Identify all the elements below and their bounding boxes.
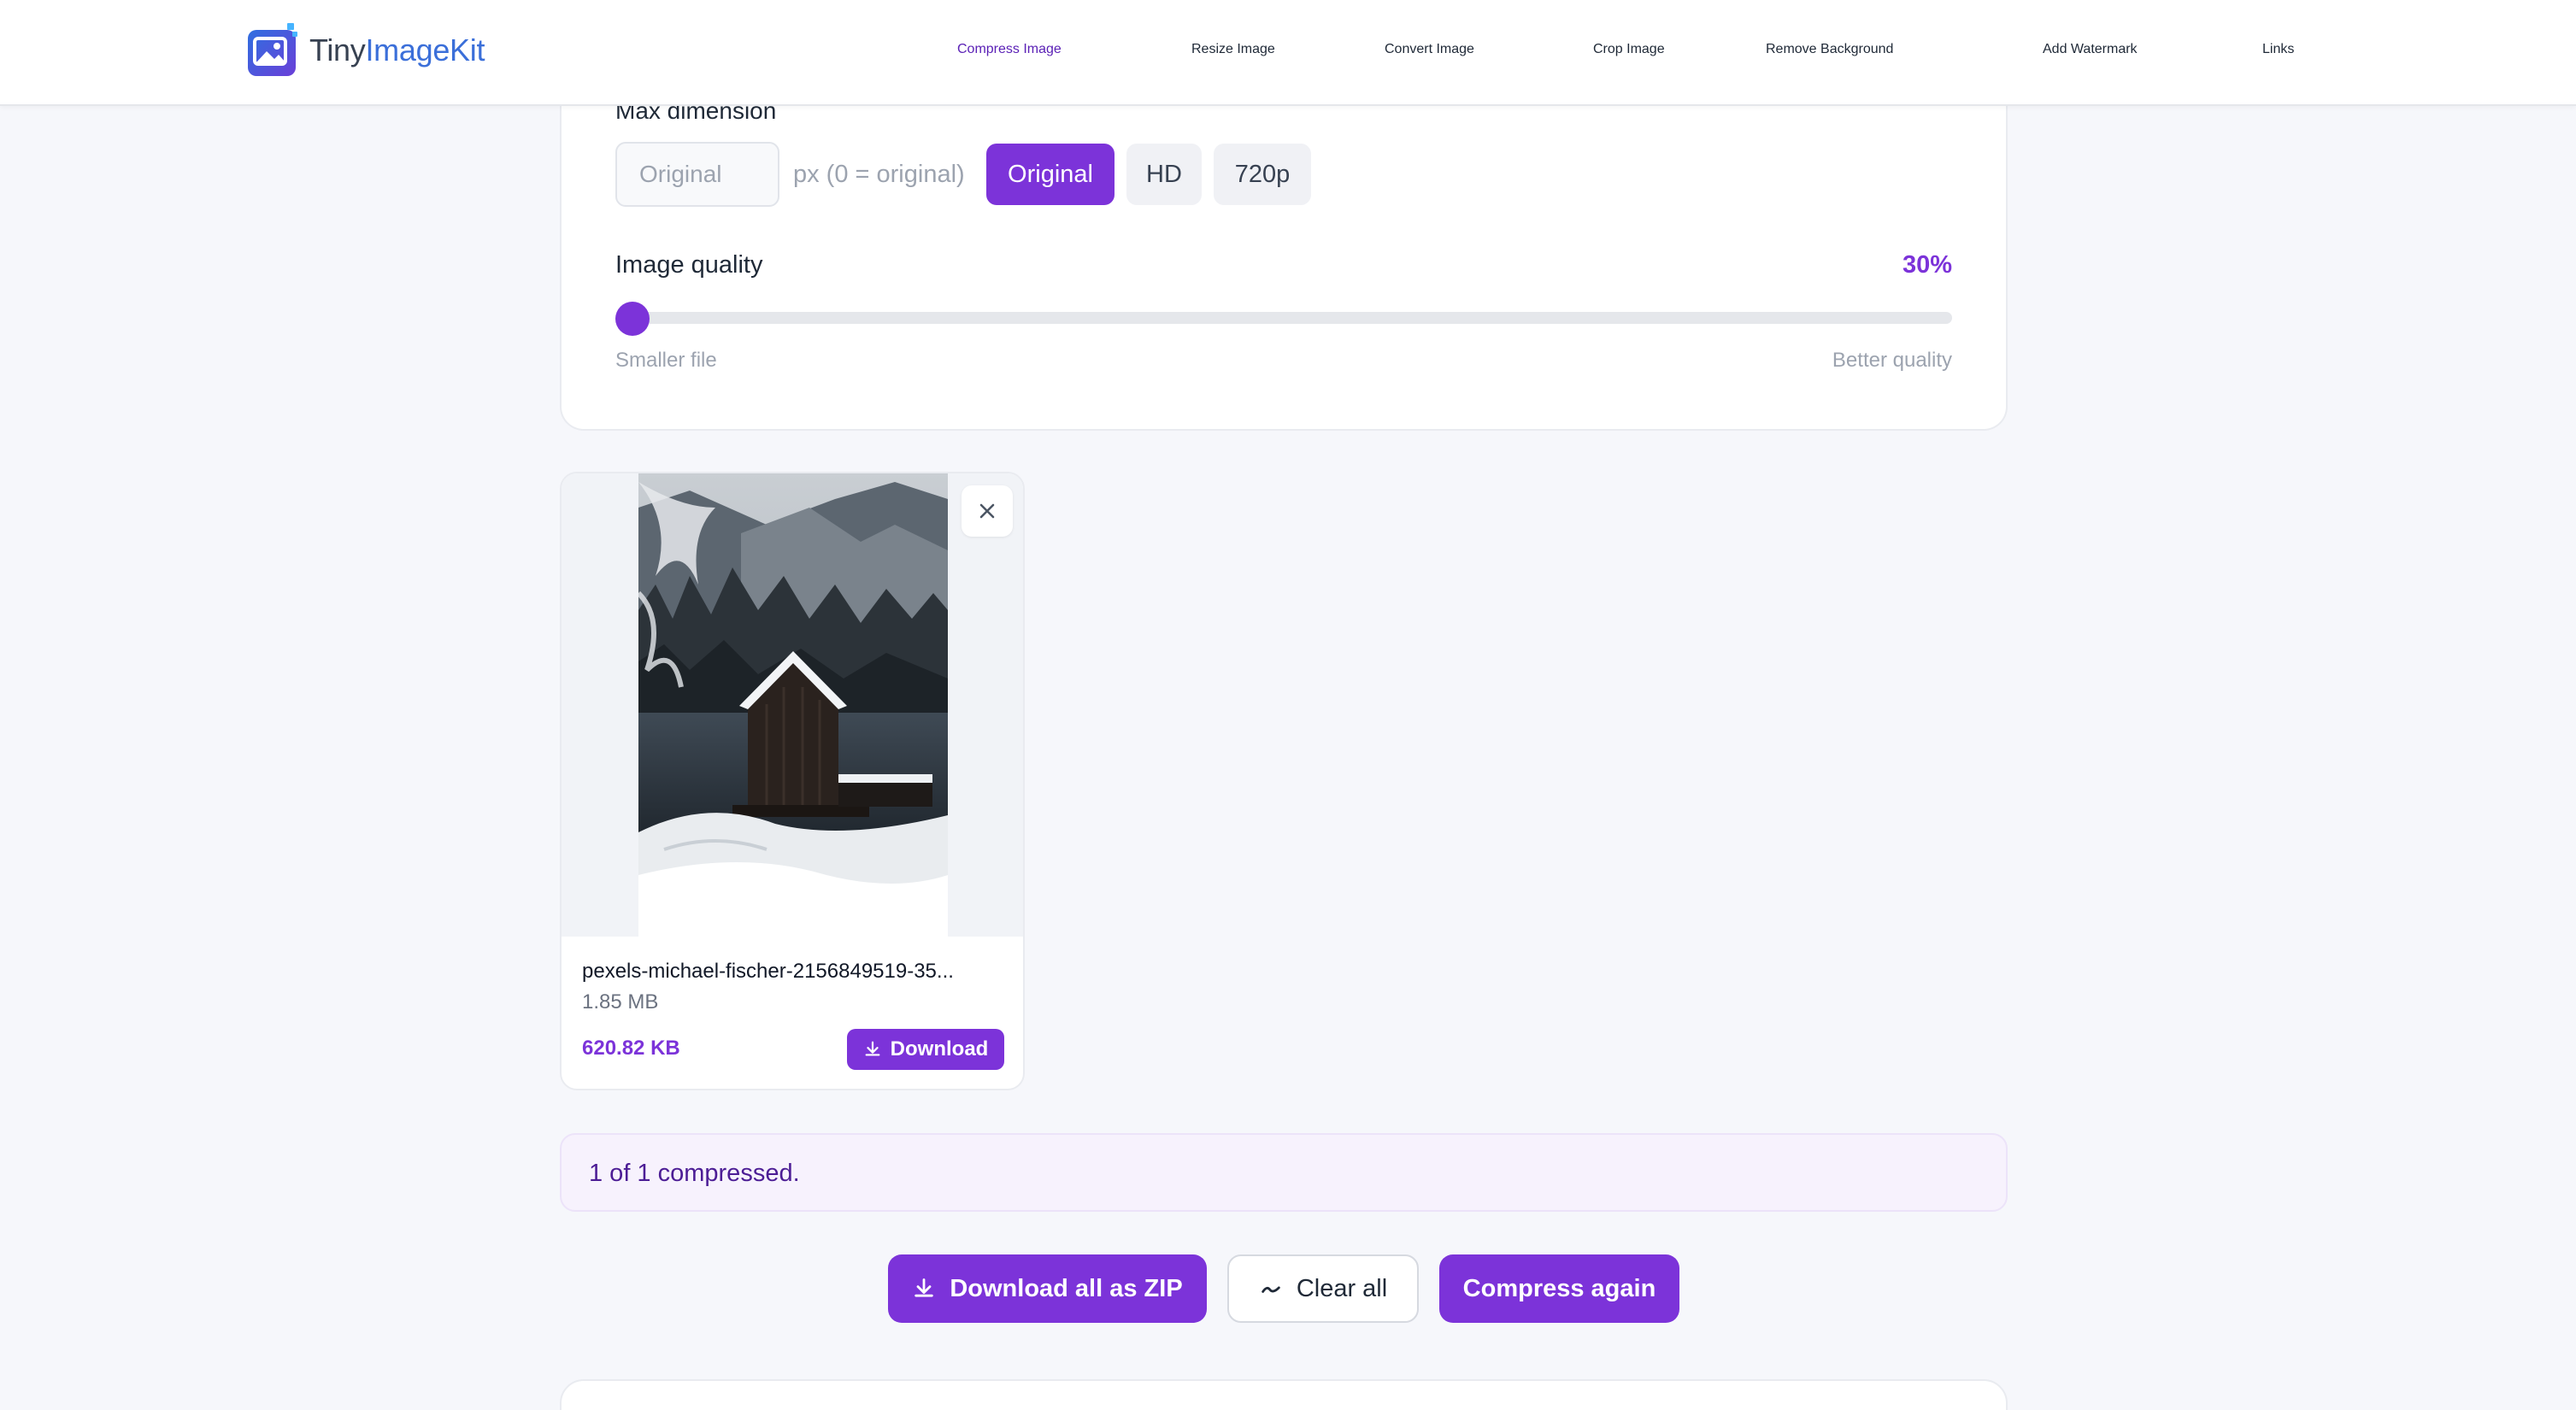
preset-720p-button[interactable]: 720p — [1214, 144, 1311, 205]
download-file-button[interactable]: Download — [847, 1029, 1004, 1070]
nav-links[interactable]: Links — [2262, 31, 2294, 68]
slider-min-label: Smaller file — [615, 349, 717, 372]
compression-status-bar: 1 of 1 compressed. — [560, 1133, 2008, 1212]
slider-max-label: Better quality — [1832, 349, 1952, 372]
file-name: pexels-michael-fischer-2156849519-35... — [582, 960, 954, 983]
thumbnail-area — [562, 473, 1023, 937]
logo-image-icon — [246, 23, 299, 78]
top-header: TinyImageKit Compress Image Resize Image… — [0, 0, 2576, 106]
quality-slider-track[interactable] — [615, 312, 1952, 324]
download-all-label: Download all as ZIP — [950, 1274, 1183, 1302]
compress-again-button[interactable]: Compress again — [1439, 1254, 1679, 1323]
download-icon — [865, 1041, 880, 1056]
remove-file-button[interactable] — [962, 485, 1013, 537]
max-dimension-input[interactable] — [615, 142, 779, 207]
nav-crop-image[interactable]: Crop Image — [1593, 31, 1665, 68]
close-icon — [979, 503, 995, 519]
quality-slider-thumb[interactable] — [615, 302, 650, 336]
nav-compress-image[interactable]: Compress Image — [957, 31, 1062, 68]
original-file-size: 1.85 MB — [582, 990, 659, 1013]
file-card: pexels-michael-fischer-2156849519-35... … — [560, 472, 1025, 1090]
site-logo[interactable]: TinyImageKit — [246, 22, 485, 79]
next-section-card — [560, 1379, 2008, 1410]
image-quality-label: Image quality — [615, 251, 763, 279]
nav-resize-image[interactable]: Resize Image — [1191, 31, 1275, 68]
preset-original-button[interactable]: Original — [986, 144, 1115, 205]
compress-again-label: Compress again — [1462, 1274, 1656, 1302]
compressed-file-size: 620.82 KB — [582, 1037, 680, 1060]
max-dimension-hint: px (0 = original) — [793, 161, 965, 188]
download-icon — [915, 1278, 934, 1297]
download-button-label: Download — [890, 1037, 989, 1060]
clear-all-label: Clear all — [1296, 1274, 1388, 1302]
status-text: 1 of 1 compressed. — [589, 1160, 800, 1187]
compression-settings-card — [560, 68, 2008, 431]
preset-hd-button[interactable]: HD — [1126, 144, 1202, 205]
image-quality-value: 30% — [1902, 251, 1952, 279]
nav-convert-image[interactable]: Convert Image — [1385, 31, 1474, 68]
image-thumbnail — [638, 473, 948, 937]
logo-text: TinyImageKit — [309, 32, 485, 68]
download-all-zip-button[interactable]: Download all as ZIP — [888, 1254, 1207, 1323]
nav-add-watermark[interactable]: Add Watermark — [2043, 31, 2138, 68]
clear-all-button[interactable]: Clear all — [1227, 1254, 1419, 1323]
eraser-icon — [1262, 1286, 1280, 1293]
nav-remove-background[interactable]: Remove Background — [1766, 31, 1893, 68]
